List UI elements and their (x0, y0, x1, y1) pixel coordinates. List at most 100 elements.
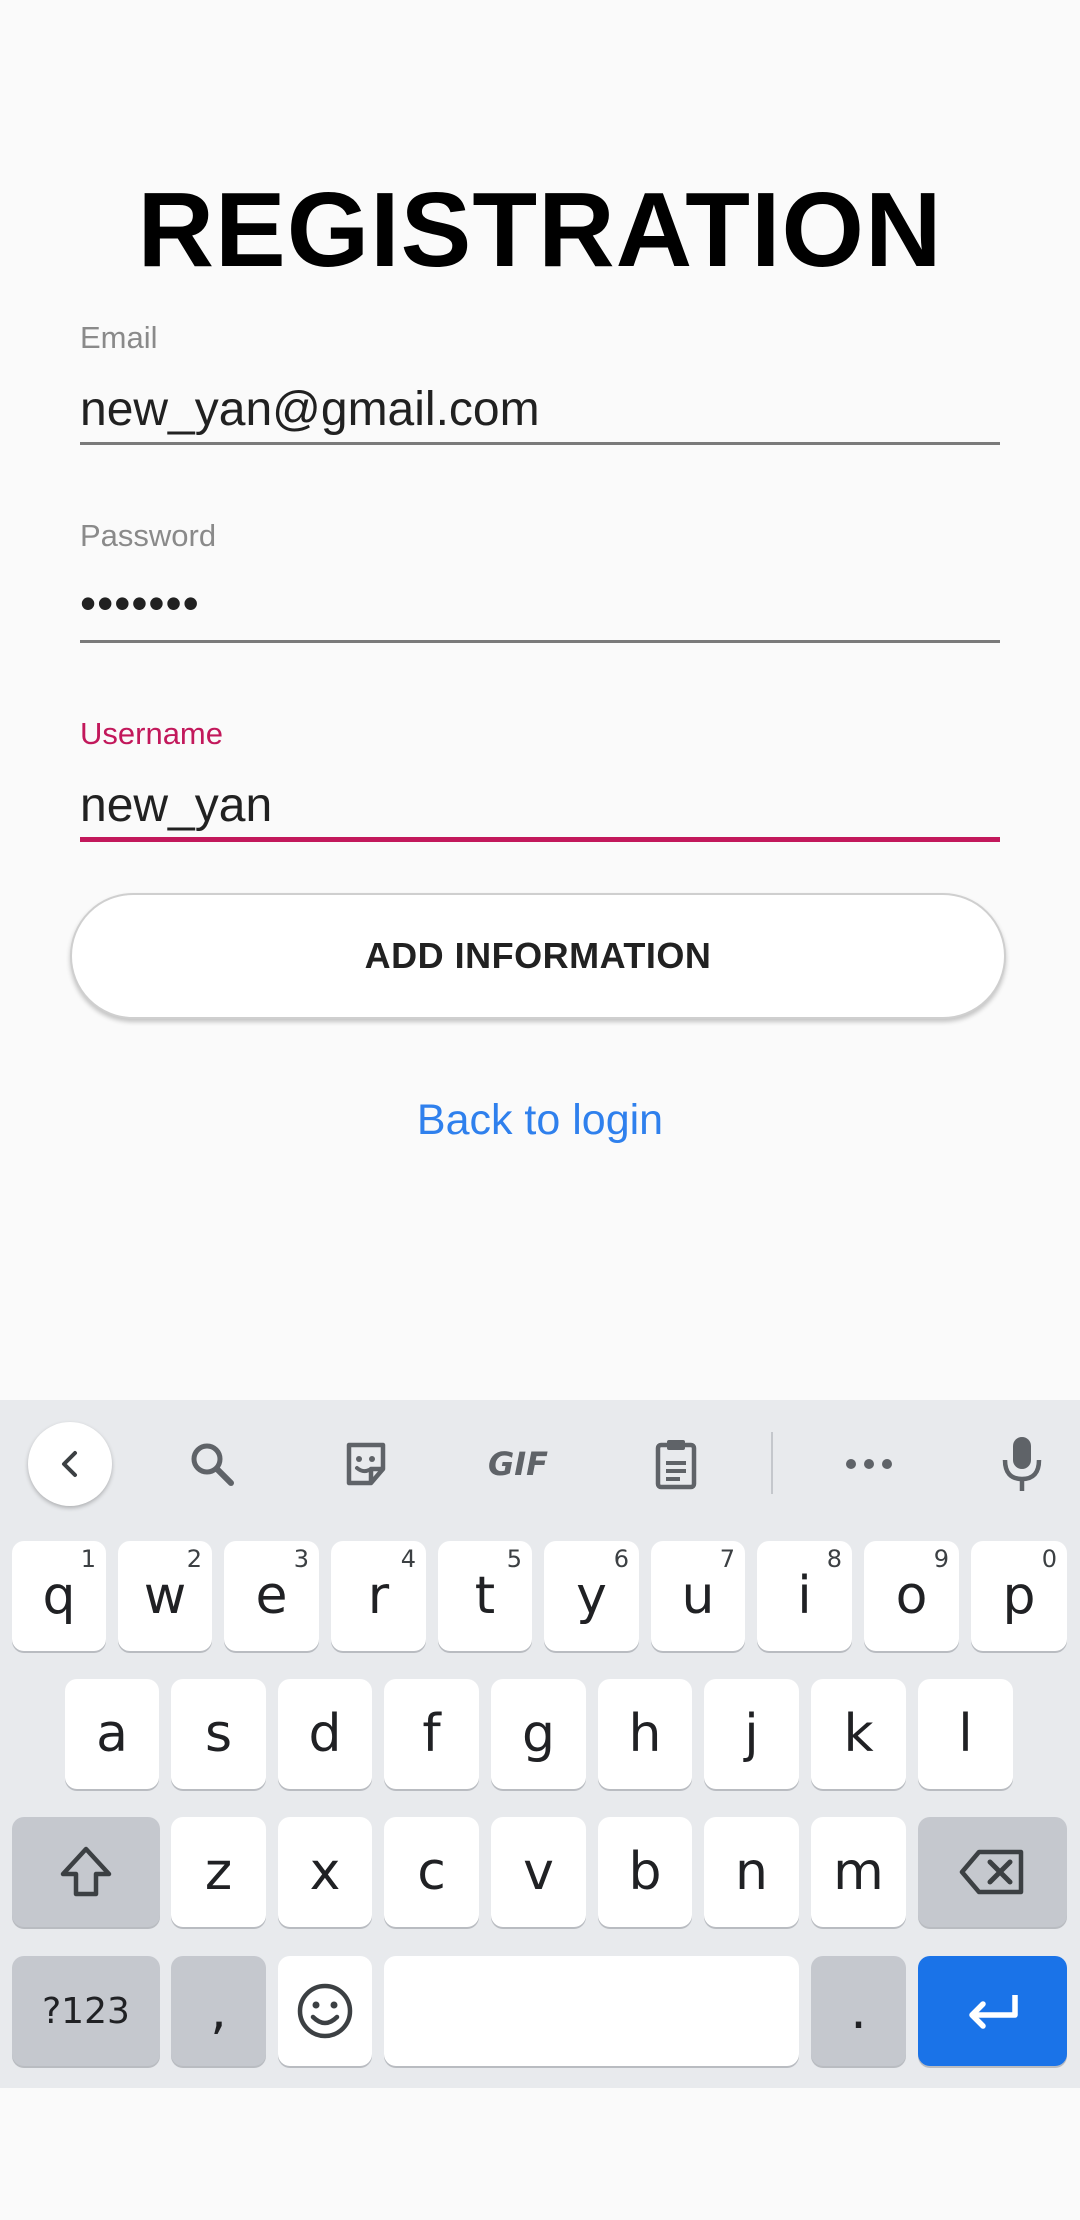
soft-keyboard: GIF q1 w2 e3 r4 t5 y6 u7 i8 o9 p0 a s d … (0, 1400, 1080, 2088)
gif-label: GIF (487, 1445, 549, 1483)
mic-icon[interactable] (980, 1422, 1064, 1506)
emoji-icon (297, 1983, 353, 2039)
back-icon[interactable] (28, 1422, 112, 1506)
key-t-label: t (474, 1566, 496, 1626)
backspace-icon (959, 1849, 1023, 1895)
page-title: REGISTRATION (137, 171, 943, 289)
key-g[interactable]: g (491, 1679, 586, 1789)
symbols-key[interactable]: ?123 (12, 1956, 160, 2066)
key-j-label: j (744, 1704, 759, 1764)
key-r-label: r (367, 1566, 390, 1626)
key-c[interactable]: c (384, 1817, 479, 1927)
key-i[interactable]: i8 (757, 1541, 852, 1651)
period-key[interactable]: . (811, 1956, 906, 2066)
key-w-label: w (143, 1566, 187, 1626)
period-key-label: . (850, 1981, 867, 2041)
email-value[interactable]: new_yan@gmail.com (80, 382, 540, 437)
key-e-label: e (255, 1566, 288, 1626)
key-d-label: d (308, 1704, 342, 1764)
username-value[interactable]: new_yan (80, 778, 272, 833)
key-f-label: f (422, 1704, 441, 1764)
key-g-label: g (521, 1704, 555, 1764)
key-w[interactable]: w2 (118, 1541, 212, 1651)
comma-key[interactable]: , (171, 1956, 266, 2066)
username-underline (80, 837, 1000, 842)
space-key[interactable] (384, 1956, 799, 2066)
gif-icon[interactable]: GIF (476, 1422, 560, 1506)
symbols-key-label: ?123 (42, 1990, 130, 2032)
key-t[interactable]: t5 (438, 1541, 532, 1651)
key-p-hint: 0 (1041, 1545, 1057, 1573)
shift-icon (60, 1846, 112, 1897)
comma-key-label: , (210, 1981, 227, 2041)
password-underline (80, 640, 1000, 643)
password-value[interactable]: ••••••• (80, 576, 200, 630)
key-a[interactable]: a (65, 1679, 159, 1789)
key-y-label: y (576, 1566, 607, 1626)
email-label: Email (80, 320, 158, 355)
key-n-label: n (735, 1842, 768, 1902)
username-field[interactable]: Username new_yan (80, 716, 1000, 846)
key-t-hint: 5 (506, 1545, 522, 1573)
key-p[interactable]: p0 (971, 1541, 1067, 1651)
add-information-button[interactable]: ADD INFORMATION (70, 893, 1006, 1019)
key-v[interactable]: v (491, 1817, 586, 1927)
shift-key[interactable] (12, 1817, 160, 1927)
key-s[interactable]: s (171, 1679, 266, 1789)
key-a-label: a (96, 1704, 128, 1764)
key-y[interactable]: y6 (544, 1541, 639, 1651)
key-r-hint: 4 (400, 1545, 416, 1573)
key-o[interactable]: o9 (864, 1541, 959, 1651)
key-z[interactable]: z (171, 1817, 266, 1927)
key-k[interactable]: k (811, 1679, 906, 1789)
key-o-hint: 9 (933, 1545, 949, 1573)
key-s-label: s (204, 1704, 233, 1764)
key-q[interactable]: q1 (12, 1541, 106, 1651)
more-icon[interactable] (827, 1422, 911, 1506)
key-v-label: v (523, 1842, 554, 1902)
key-e[interactable]: e3 (224, 1541, 319, 1651)
search-icon[interactable] (170, 1422, 254, 1506)
enter-key[interactable] (918, 1956, 1067, 2066)
email-field[interactable]: Email new_yan@gmail.com (80, 320, 1000, 450)
key-n[interactable]: n (704, 1817, 799, 1927)
key-q-hint: 1 (80, 1545, 96, 1573)
keyboard-toolbar: GIF (0, 1400, 1080, 1526)
key-i-label: i (797, 1566, 812, 1626)
key-e-hint: 3 (293, 1545, 309, 1573)
back-to-login-link[interactable]: Back to login (0, 1096, 1080, 1145)
username-label: Username (80, 716, 223, 751)
key-l[interactable]: l (918, 1679, 1013, 1789)
enter-icon (968, 1995, 1018, 2029)
emoji-key[interactable] (278, 1956, 372, 2066)
key-u-label: u (681, 1566, 715, 1626)
key-l-label: l (958, 1704, 973, 1764)
toolbar-divider (771, 1432, 773, 1494)
key-u[interactable]: u7 (651, 1541, 745, 1651)
key-b-label: b (628, 1842, 662, 1902)
key-o-label: o (895, 1566, 928, 1626)
backspace-key[interactable] (918, 1817, 1067, 1927)
key-z-label: z (204, 1842, 233, 1902)
key-w-hint: 2 (186, 1545, 202, 1573)
key-k-label: k (843, 1704, 874, 1764)
email-underline (80, 442, 1000, 445)
key-m[interactable]: m (811, 1817, 906, 1927)
password-label: Password (80, 518, 217, 553)
key-x[interactable]: x (278, 1817, 372, 1927)
sticker-icon[interactable] (324, 1422, 408, 1506)
key-y-hint: 6 (613, 1545, 629, 1573)
key-b[interactable]: b (598, 1817, 692, 1927)
key-m-label: m (833, 1842, 884, 1902)
password-field[interactable]: Password ••••••• (80, 518, 1000, 648)
key-f[interactable]: f (384, 1679, 479, 1789)
key-x-label: x (309, 1842, 341, 1902)
key-d[interactable]: d (278, 1679, 372, 1789)
key-h-label: h (628, 1704, 662, 1764)
key-h[interactable]: h (598, 1679, 692, 1789)
key-r[interactable]: r4 (331, 1541, 426, 1651)
key-j[interactable]: j (704, 1679, 799, 1789)
key-u-hint: 7 (719, 1545, 735, 1573)
key-c-label: c (417, 1842, 446, 1902)
clipboard-icon[interactable] (634, 1422, 718, 1506)
